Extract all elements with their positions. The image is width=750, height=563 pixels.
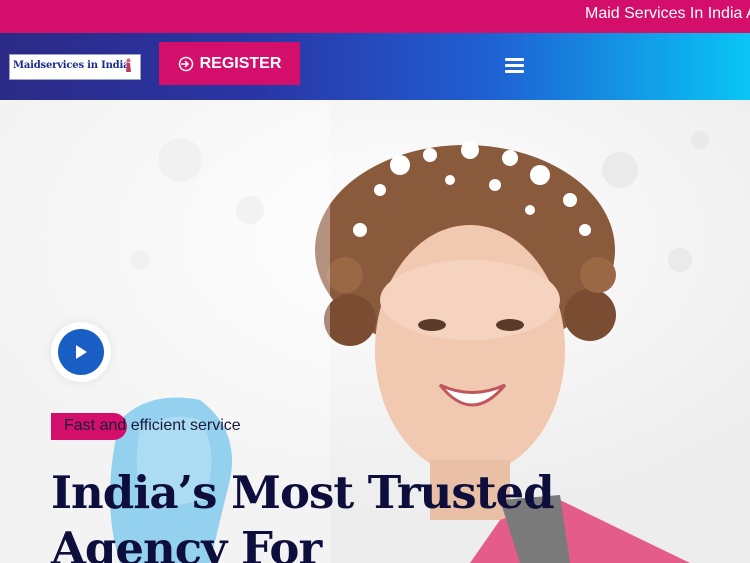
- play-video-button[interactable]: [58, 329, 104, 375]
- register-button-label: REGISTER: [199, 54, 282, 72]
- hero-heading: India’s Most Trusted Agency For: [51, 466, 555, 563]
- hero-section: Fast and efficient service India’s Most …: [0, 100, 750, 563]
- logo-figure-icon: [126, 58, 131, 72]
- page: Maid Services In India Available Maidser…: [0, 0, 750, 563]
- announcement-marquee-text: Maid Services In India Available: [585, 5, 750, 22]
- sign-in-icon: [178, 56, 193, 71]
- play-icon: [76, 345, 87, 359]
- logo-text: Maidservices in India: [13, 60, 130, 71]
- register-button[interactable]: REGISTER: [159, 42, 300, 85]
- site-logo[interactable]: Maidservices in India: [9, 54, 141, 80]
- hamburger-menu-icon[interactable]: [505, 55, 527, 77]
- announcement-bar: Maid Services In India Available: [0, 0, 750, 33]
- site-header: Maidservices in India REGISTER: [0, 33, 750, 100]
- tagline-text: Fast and efficient service: [64, 417, 241, 434]
